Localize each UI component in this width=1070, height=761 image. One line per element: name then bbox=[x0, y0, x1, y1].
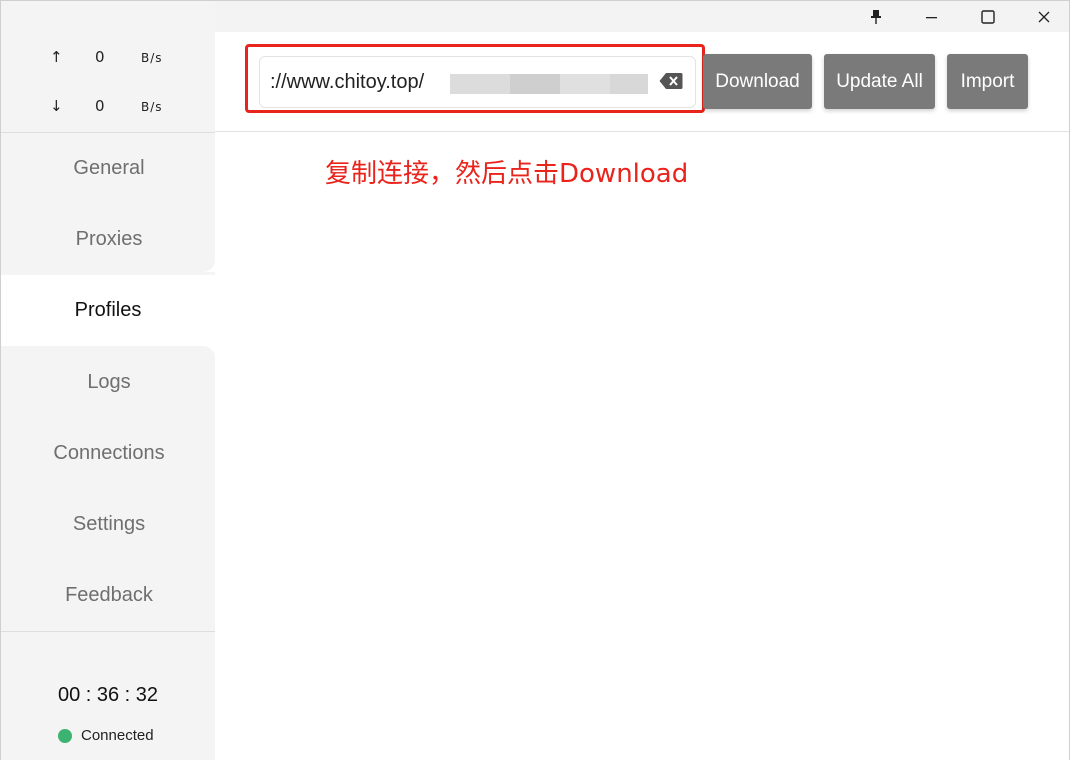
sidebar-item-general[interactable]: General bbox=[3, 133, 215, 204]
download-value: 0 bbox=[95, 97, 105, 115]
traffic-panel: ↑ 0 B/s ↓ 0 B/s bbox=[1, 32, 215, 133]
minimize-icon[interactable] bbox=[904, 1, 960, 32]
instruction-annotation: 复制连接，然后点击Download bbox=[325, 159, 689, 189]
download-arrow-icon: ↓ bbox=[50, 97, 63, 115]
profiles-content bbox=[215, 132, 1069, 760]
status-dot-icon bbox=[58, 728, 72, 743]
maximize-icon[interactable] bbox=[960, 1, 1016, 32]
sidebar-item-settings[interactable]: Settings bbox=[3, 489, 215, 560]
url-highlight-box bbox=[245, 44, 705, 113]
status-label: Connected bbox=[81, 727, 154, 744]
download-speed: ↓ 0 B/s bbox=[1, 95, 215, 119]
titlebar-left bbox=[1, 1, 215, 32]
sidebar-item-connections[interactable]: Connections bbox=[3, 418, 215, 489]
uptime-timer: 00 : 36 : 32 bbox=[57, 684, 159, 706]
sidebar-item-feedback[interactable]: Feedback bbox=[3, 560, 215, 631]
upload-arrow-icon: ↑ bbox=[50, 48, 63, 66]
titlebar bbox=[215, 1, 1069, 32]
pin-icon[interactable] bbox=[848, 1, 904, 32]
clash-window: ↑ 0 B/s ↓ 0 B/s General Proxies Profiles… bbox=[0, 0, 1070, 760]
upload-speed: ↑ 0 B/s bbox=[1, 46, 215, 70]
download-unit: B/s bbox=[141, 100, 163, 114]
close-icon[interactable] bbox=[1016, 1, 1070, 32]
sidebar-footer: 00 : 36 : 32 Connected bbox=[1, 631, 215, 761]
sidebar-item-proxies[interactable]: Proxies bbox=[3, 204, 215, 275]
download-button[interactable]: Download bbox=[703, 54, 812, 109]
import-button[interactable]: Import bbox=[947, 54, 1028, 109]
update-all-button[interactable]: Update All bbox=[824, 54, 935, 109]
sidebar: ↑ 0 B/s ↓ 0 B/s General Proxies Profiles… bbox=[1, 32, 215, 760]
sidebar-item-profiles[interactable]: Profiles bbox=[1, 275, 215, 346]
upload-value: 0 bbox=[95, 48, 105, 66]
connection-status: Connected bbox=[58, 727, 154, 744]
sidebar-item-logs[interactable]: Logs bbox=[3, 347, 215, 418]
upload-unit: B/s bbox=[141, 51, 163, 65]
